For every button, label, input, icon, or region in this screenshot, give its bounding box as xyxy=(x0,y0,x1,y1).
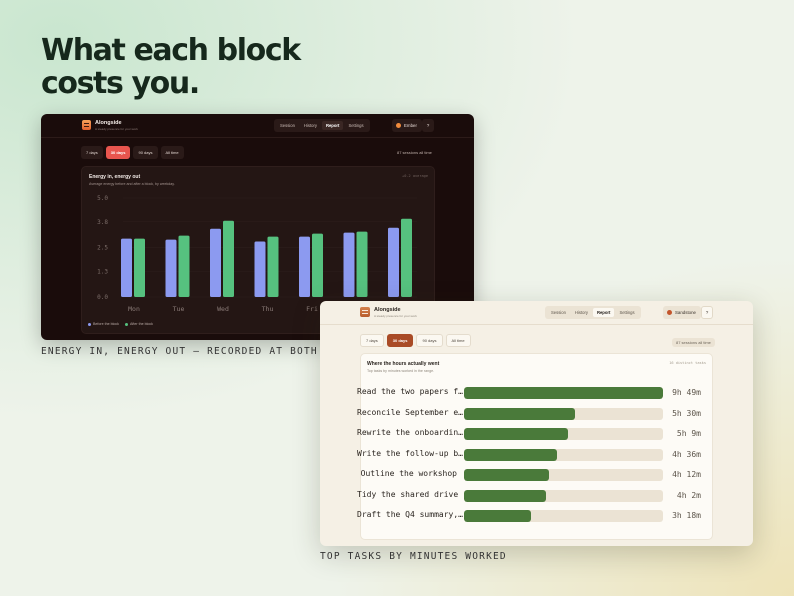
bar-after xyxy=(401,218,412,297)
bar-after xyxy=(178,235,190,297)
filter-90-days[interactable]: 90 days xyxy=(416,334,443,347)
task-row: Reconcile September e… 5h 30m xyxy=(357,407,712,420)
tasks-count-note: 16 distinct tasks xyxy=(669,361,706,365)
task-bar-fill xyxy=(464,489,546,502)
task-row: Rewrite the onboardin… 5h 9m xyxy=(357,427,712,440)
task-name: Read the two papers f… xyxy=(357,387,463,396)
headline-line-2: costs you. xyxy=(41,66,200,101)
task-row: Draft the Q4 summary,… 3h 18m xyxy=(357,509,712,522)
task-bar-track xyxy=(464,489,663,502)
task-name: Write the follow-up b… xyxy=(357,448,463,458)
caption-energy: ENERGY IN, ENERGY OUT — RECORDED AT BOTH… xyxy=(41,346,353,357)
legend-before: Before the block xyxy=(88,322,119,326)
bar-after xyxy=(134,238,145,297)
filter-7-days[interactable]: 7 days xyxy=(360,334,384,347)
x-tick-label: Tue xyxy=(173,305,185,313)
light-top-bar: Alongside A steady presence for your wor… xyxy=(320,301,753,325)
task-name: Reconcile September e… xyxy=(357,407,463,417)
task-time: 4h 36m xyxy=(672,449,701,459)
task-bar-fill xyxy=(464,448,558,461)
bar-before xyxy=(343,232,355,297)
light-nav: Session History Report Settings xyxy=(545,306,641,319)
bar-after xyxy=(267,236,279,297)
app-logo-icon xyxy=(360,307,370,317)
task-bar-fill xyxy=(464,469,550,481)
bar-before xyxy=(121,238,132,297)
task-name: Outline the workshop xyxy=(360,469,457,478)
nav-report[interactable]: Report xyxy=(592,308,615,317)
task-time: 9h 49m xyxy=(672,388,701,397)
task-bar-track xyxy=(464,407,663,420)
bar-before xyxy=(254,241,266,297)
sessions-count: 87 sessions all time xyxy=(672,338,715,347)
task-row: Write the follow-up b… 4h 36m xyxy=(357,448,712,461)
bar-before xyxy=(165,239,177,297)
task-bar-track xyxy=(464,428,663,440)
task-bar-track xyxy=(464,510,663,522)
tasks-card: Where the hours actually went Top tasks … xyxy=(357,353,713,540)
task-name: Tidy the shared drive xyxy=(357,489,459,499)
task-row: Tidy the shared drive 4h 2m xyxy=(357,489,712,502)
task-bar-fill xyxy=(464,428,569,440)
theme-dot-icon xyxy=(667,310,672,315)
task-name: Draft the Q4 summary,… xyxy=(357,510,463,519)
y-tick-label: 0.0 xyxy=(97,294,108,301)
caption-tasks: TOP TASKS BY MINUTES WORKED xyxy=(320,551,507,562)
task-bar-fill xyxy=(464,510,531,522)
y-tick-label: 3.8 xyxy=(97,219,108,226)
legend-after-swatch xyxy=(124,322,128,326)
headline: What each block costs you. xyxy=(41,33,301,101)
task-name: Rewrite the onboardin… xyxy=(357,428,463,437)
app-tagline: A steady presence for your work xyxy=(374,314,417,318)
bar-after xyxy=(312,233,323,297)
bar-before xyxy=(210,228,221,297)
task-time: 4h 12m xyxy=(672,470,701,479)
y-tick-label: 5.0 xyxy=(97,195,108,202)
y-tick-label: 1.3 xyxy=(97,268,108,275)
task-time: 3h 18m xyxy=(672,511,701,520)
task-bar-track xyxy=(464,448,663,461)
task-bar-fill xyxy=(464,407,576,420)
filter-all-time[interactable]: All time xyxy=(445,334,471,347)
bar-after xyxy=(223,220,234,297)
x-tick-label: Fri xyxy=(306,305,318,313)
y-tick-label: 2.5 xyxy=(97,245,108,252)
task-time: 4h 2m xyxy=(676,490,701,500)
light-app-window: Alongside A steady presence for your wor… xyxy=(320,301,753,546)
tasks-card-subtitle: Top tasks by minutes worked in the range… xyxy=(367,369,435,373)
x-tick-label: Wed xyxy=(217,305,229,313)
theme-button[interactable]: Sandstone xyxy=(663,306,701,319)
tasks-card-title: Where the hours actually went xyxy=(367,361,440,367)
x-tick-label: Mon xyxy=(128,305,140,313)
task-row: Outline the workshop 4h 12m xyxy=(361,468,712,481)
task-time: 5h 9m xyxy=(676,429,701,438)
legend-after: After the block xyxy=(124,322,153,326)
help-button[interactable]: ? xyxy=(701,306,713,319)
bar-before xyxy=(388,227,399,297)
bar-before xyxy=(299,236,310,297)
nav-session[interactable]: Session xyxy=(547,308,570,317)
task-bar-track xyxy=(464,469,663,481)
legend-before-swatch xyxy=(88,322,91,326)
theme-label: Sandstone xyxy=(675,310,696,315)
bar-after xyxy=(356,231,368,297)
nav-settings[interactable]: Settings xyxy=(615,308,638,317)
task-time: 5h 30m xyxy=(672,408,701,418)
task-bar-fill xyxy=(464,387,663,399)
range-filters: 7 days 30 days 90 days All time xyxy=(360,334,471,347)
app-name: Alongside xyxy=(374,307,401,313)
task-bar-track xyxy=(464,387,663,399)
chart-legend: Before the block After the block xyxy=(88,322,153,326)
x-tick-label: Thu xyxy=(262,305,274,313)
task-row: Read the two papers f… 9h 49m xyxy=(357,386,712,399)
nav-history[interactable]: History xyxy=(571,308,592,317)
filter-30-days[interactable]: 30 days xyxy=(386,334,414,347)
headline-line-1: What each block xyxy=(41,33,301,68)
